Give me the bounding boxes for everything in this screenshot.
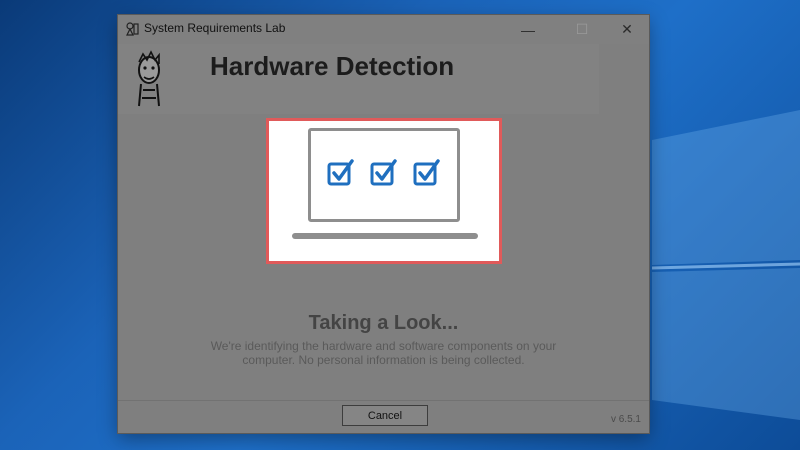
srl-mascot-logo-icon [138,50,160,107]
maximize-icon: ☐ [575,21,589,37]
checkbox-checked-icon [413,159,440,186]
windows-logo-backdrop [652,110,800,420]
close-button[interactable]: ✕ [604,15,650,44]
close-icon: ✕ [621,21,633,37]
laptop-base-icon [292,233,478,239]
title-bar[interactable]: System Requirements Lab — ☐ ✕ [118,15,649,44]
status-title: Taking a Look... [308,312,459,334]
version-label: v 6.5.1 [610,414,641,425]
minimize-icon: — [521,21,535,38]
window-title: System Requirements Lab [144,21,286,35]
app-window: System Requirements Lab — ☐ ✕ Hardware D… [118,15,649,433]
cancel-button[interactable]: Cancel [342,405,428,426]
maximize-button[interactable]: ☐ [559,15,605,44]
minimize-button[interactable]: — [505,15,551,44]
footer-divider [118,400,649,401]
checkbox-checked-icon [327,159,354,186]
app-icon [126,22,139,36]
status-description: We're identifying the hardware and softw… [210,339,557,367]
checkbox-checked-icon [370,159,397,186]
page-title: Hardware Detection [210,51,455,81]
detection-illustration [266,118,502,264]
